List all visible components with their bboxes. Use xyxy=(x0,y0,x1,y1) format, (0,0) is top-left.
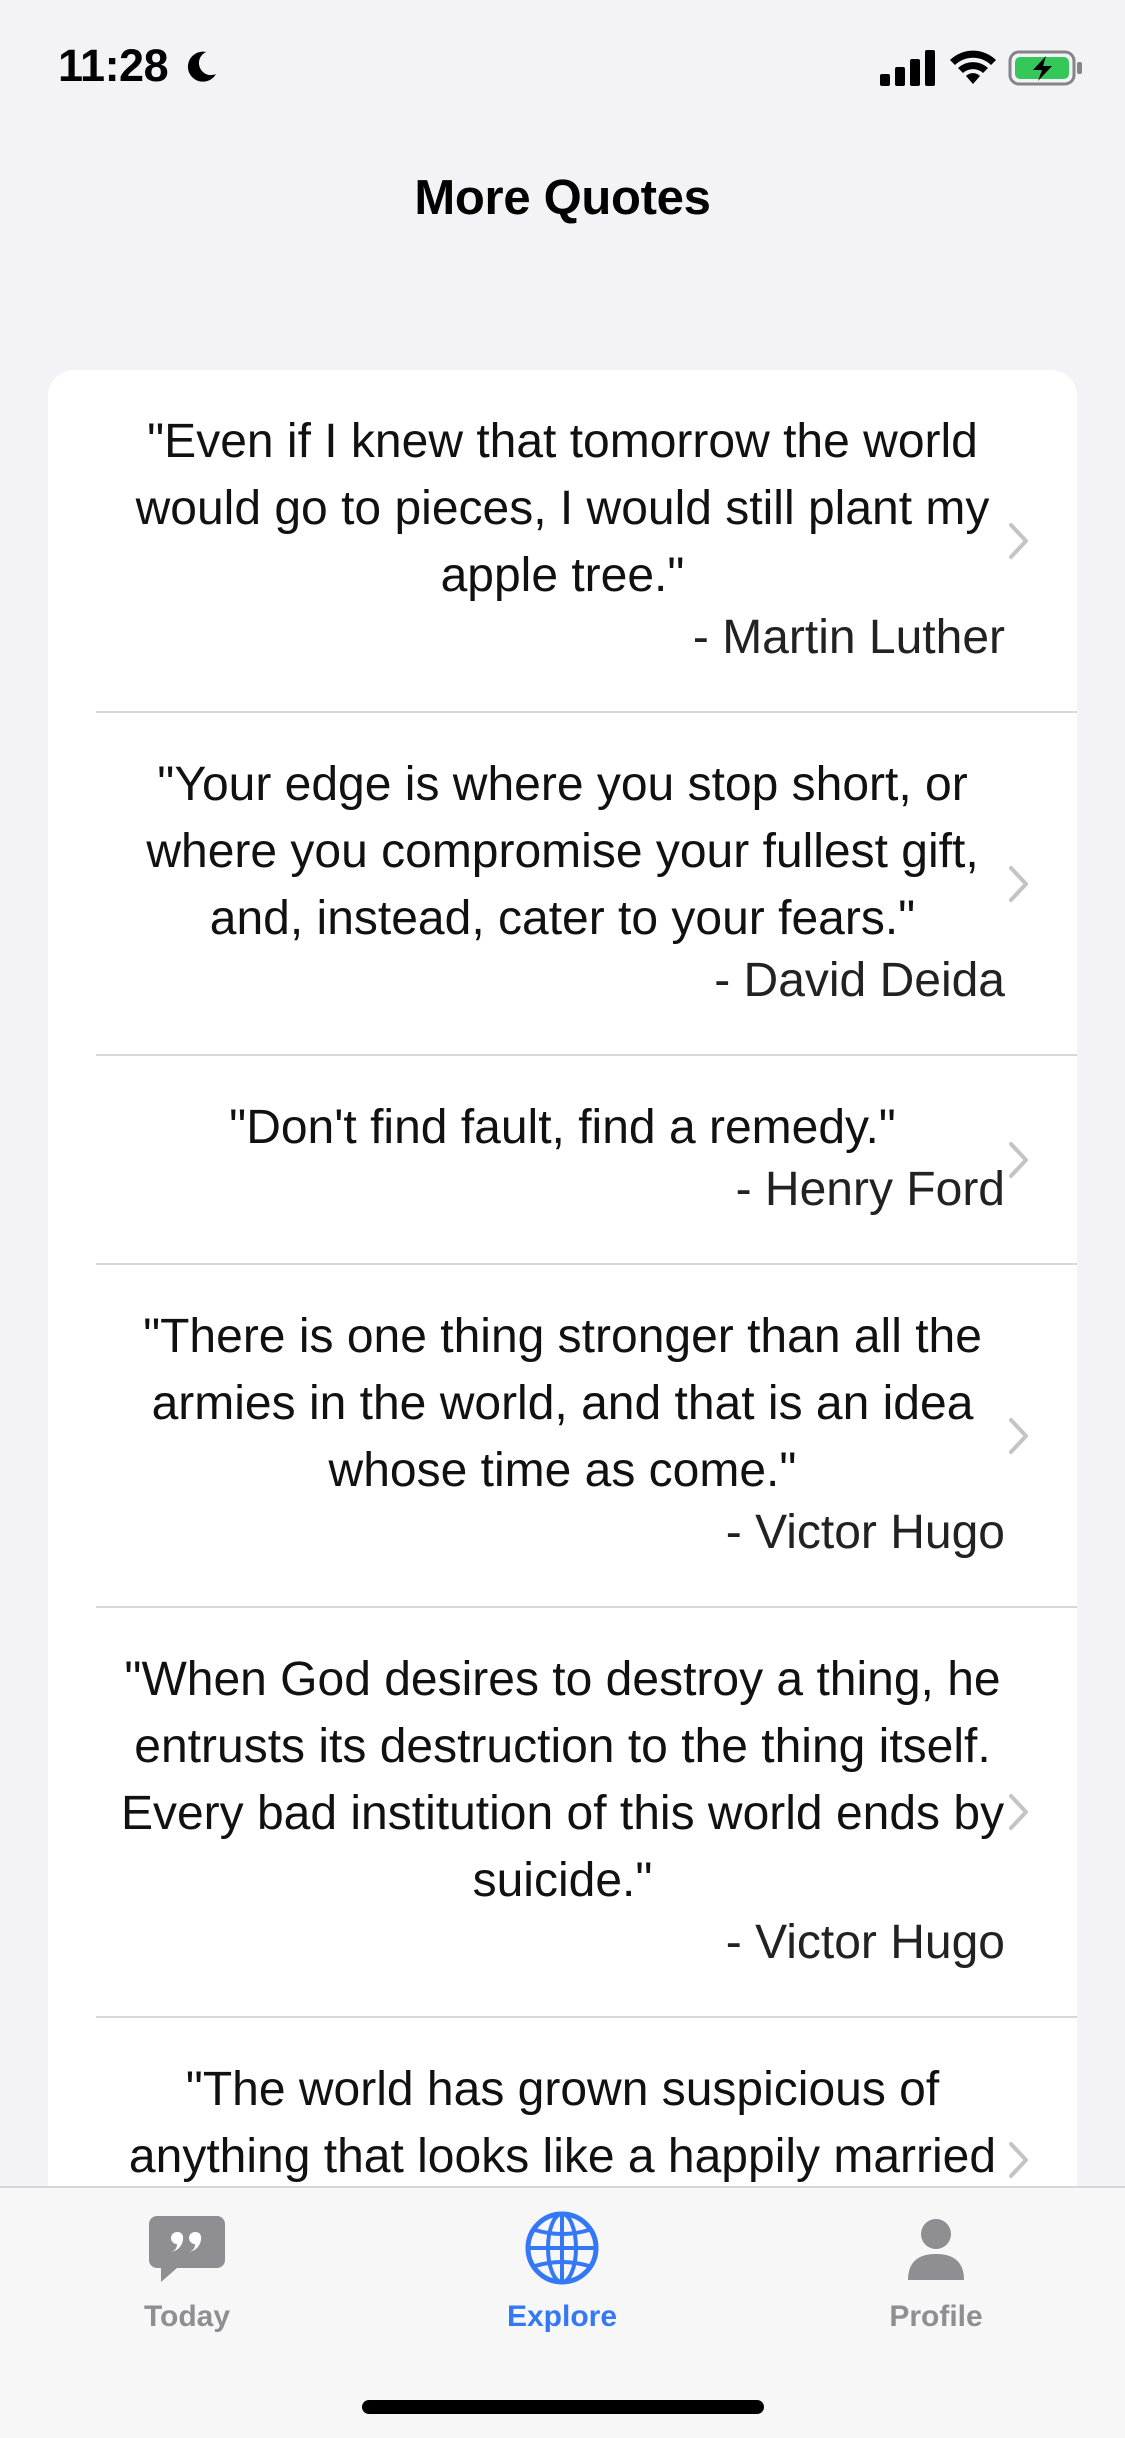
quotes-list: "Even if I knew that tomorrow the world … xyxy=(48,370,1077,2200)
chevron-right-icon xyxy=(1009,1794,1028,1830)
battery-charging-icon xyxy=(1008,50,1082,86)
status-bar: 11:28 xyxy=(0,0,1125,132)
cellular-signal-icon xyxy=(880,50,935,86)
tab-profile[interactable]: Profile xyxy=(836,2208,1036,2348)
chevron-right-icon xyxy=(1009,2141,1028,2178)
quote-author: - Victor Hugo xyxy=(725,1506,1005,1559)
wifi-icon xyxy=(950,50,996,84)
quote-row[interactable]: "The world has grown suspicious of anyth… xyxy=(96,2018,1077,2200)
tab-today-label: Today xyxy=(143,2300,231,2333)
quote-text: "Don't find fault, find a remedy." xyxy=(229,1101,896,1154)
quote-author: - Henry Ford xyxy=(735,1163,1005,1216)
quote-bubble-icon xyxy=(149,2216,225,2282)
status-time: 11:28 xyxy=(58,40,169,91)
moon-icon xyxy=(187,51,216,82)
chevron-right-icon xyxy=(1009,1417,1028,1454)
chevron-right-icon xyxy=(1009,1141,1028,1178)
quote-row[interactable]: "When God desires to destroy a thing, he… xyxy=(96,1608,1077,2018)
quote-text: "There is one thing stronger than all th… xyxy=(143,1310,982,1497)
quote-author: - Martin Luther xyxy=(692,611,1005,664)
quote-text: "The world has grown suspicious of anyth… xyxy=(128,2063,997,2200)
tab-explore[interactable]: Explore xyxy=(462,2208,662,2348)
home-indicator[interactable] xyxy=(362,2400,764,2414)
quote-text: "Your edge is where you stop short, or w… xyxy=(146,758,979,945)
quote-row[interactable]: "Don't find fault, find a remedy." - Hen… xyxy=(96,1056,1077,1265)
quote-author: - Victor Hugo xyxy=(725,1916,1005,1969)
quote-author: - David Deida xyxy=(714,954,1005,1007)
tab-today[interactable]: Today xyxy=(87,2208,287,2348)
chevron-right-icon xyxy=(1009,865,1028,902)
tab-explore-label: Explore xyxy=(506,2300,618,2333)
globe-icon xyxy=(525,2211,599,2285)
quote-row[interactable]: "Even if I knew that tomorrow the world … xyxy=(96,370,1077,713)
quote-text: "When God desires to destroy a thing, he… xyxy=(120,1653,1005,1907)
person-icon xyxy=(908,2219,964,2280)
quote-text: "Even if I knew that tomorrow the world … xyxy=(135,415,990,602)
quote-row[interactable]: "Your edge is where you stop short, or w… xyxy=(96,713,1077,1056)
page-title: More Quotes xyxy=(414,171,711,225)
tab-profile-label: Profile xyxy=(889,2300,983,2333)
chevron-right-icon xyxy=(1009,522,1028,559)
tab-bar: Today Explore Profile xyxy=(0,2186,1125,2438)
quote-row[interactable]: "There is one thing stronger than all th… xyxy=(96,1265,1077,1608)
